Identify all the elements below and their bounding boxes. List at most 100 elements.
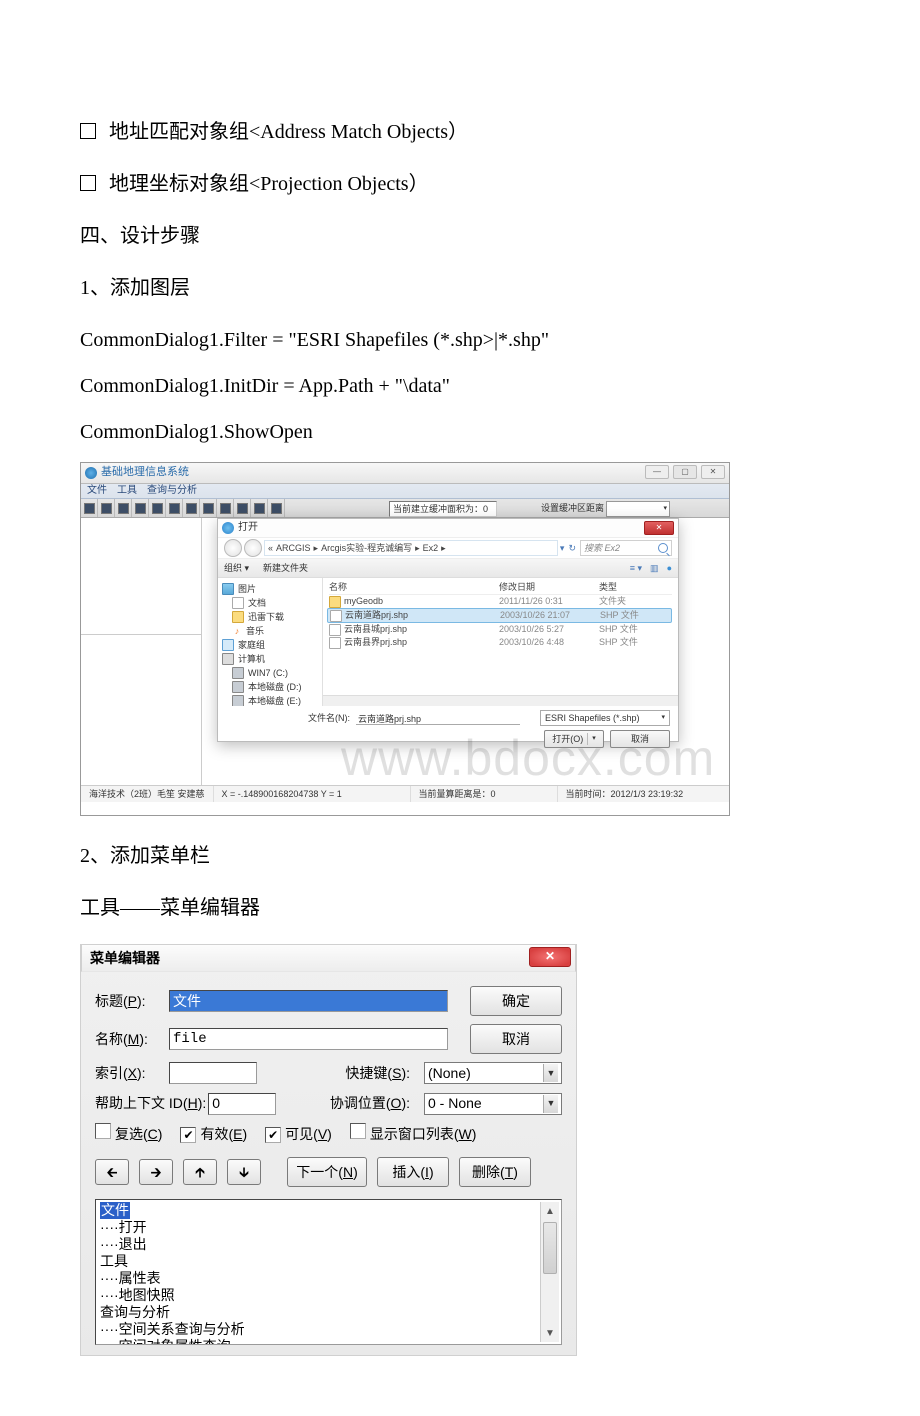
gis-toolbar: 当前建立缓冲面积为：0 设置缓冲区距离	[81, 499, 729, 518]
fd-file-row[interactable]: 云南道路prj.shp2003/10/26 21:07SHP 文件	[327, 608, 672, 623]
fd-tree-item[interactable]: 家庭组	[222, 638, 318, 652]
toolbar-button-11[interactable]	[268, 499, 285, 517]
col-name[interactable]: 名称	[329, 580, 499, 594]
nav-back-button[interactable]	[224, 539, 242, 557]
minimize-button[interactable]: —	[645, 465, 669, 479]
me-list-scrollbar[interactable]: ▲ ▼	[540, 1202, 559, 1342]
fd-horizontal-scrollbar[interactable]	[323, 695, 678, 706]
me-help-input[interactable]: 0	[208, 1093, 276, 1115]
scroll-up-icon[interactable]: ▲	[541, 1202, 559, 1220]
me-help-label: 帮助上下文 ID(H):	[95, 1092, 206, 1114]
me-cancel-button[interactable]: 取消	[470, 1024, 562, 1054]
toolbar-button-10[interactable]	[251, 499, 268, 517]
menu-tools[interactable]: 工具	[117, 483, 137, 499]
me-caption-input[interactable]: 文件	[169, 990, 448, 1012]
me-close-button[interactable]: ✕	[529, 947, 571, 967]
fd-pane-icon[interactable]: ▥	[650, 561, 659, 575]
fd-tree-item[interactable]: 本地磁盘 (D:)	[222, 680, 318, 694]
buffer-area-readout: 当前建立缓冲面积为：0	[389, 501, 497, 517]
me-arrow-down-button[interactable]: 🡳	[227, 1159, 261, 1185]
menu-query[interactable]: 查询与分析	[147, 483, 197, 499]
me-caption-label: 标题(P):	[95, 990, 167, 1012]
col-date[interactable]: 修改日期	[499, 580, 599, 594]
me-index-label: 索引(X):	[95, 1062, 167, 1084]
me-list-item[interactable]: ····打开	[100, 1219, 557, 1236]
file-open-dialog: 打开 ✕ « ARCGIS ▸ Arcgis实验-程克诚编写 ▸ Ex2 ▸	[217, 518, 679, 742]
fd-tree-item[interactable]: 本地磁盘 (E:)	[222, 694, 318, 706]
fd-cancel-button[interactable]: 取消	[610, 730, 670, 748]
step-2: 2、添加菜单栏	[80, 840, 860, 872]
me-ok-button[interactable]: 确定	[470, 986, 562, 1016]
buffer-distance-dropdown[interactable]	[606, 501, 670, 517]
scroll-down-icon[interactable]: ▼	[541, 1324, 559, 1342]
toolbar-button-3[interactable]	[132, 499, 149, 517]
me-list-item[interactable]: 查询与分析	[100, 1304, 557, 1321]
nav-forward-button[interactable]	[244, 539, 262, 557]
toolbar-button-6[interactable]	[183, 499, 200, 517]
me-list-item[interactable]: 文件	[100, 1202, 557, 1219]
square-bullet-icon	[80, 175, 96, 191]
fd-close-button[interactable]: ✕	[644, 521, 674, 535]
gis-app-window: 基础地理信息系统 — ▢ ✕ 文件 工具 查询与分析 当前建立缓冲面积为：0 设…	[80, 462, 730, 816]
menu-file[interactable]: 文件	[87, 483, 107, 499]
text-line-projection: 地理坐标对象组<Projection Objects）	[80, 168, 860, 200]
fd-tree-item[interactable]: 迅雷下载	[222, 610, 318, 624]
me-index-input[interactable]	[169, 1062, 257, 1084]
fd-file-row[interactable]: 云南县界prj.shp2003/10/26 4:48SHP 文件	[329, 636, 672, 649]
me-list-item[interactable]: ····属性表	[100, 1270, 557, 1287]
toolbar-button-7[interactable]	[200, 499, 217, 517]
toolbar-button-0[interactable]	[81, 499, 98, 517]
maximize-button[interactable]: ▢	[673, 465, 697, 479]
status-coords: X = -.148900168204738 Y = 1	[214, 786, 411, 802]
me-arrow-left-button[interactable]: 🡰	[95, 1159, 129, 1185]
fd-tree-item[interactable]: 图片	[222, 582, 318, 596]
me-coord-dropdown[interactable]: 0 - None ▼	[424, 1093, 562, 1115]
me-arrow-right-button[interactable]: 🡲	[139, 1159, 173, 1185]
me-arrow-up-button[interactable]: 🡱	[183, 1159, 217, 1185]
fd-file-list: 名称 修改日期 类型 myGeodb2011/11/26 0:31文件夹云南道路…	[323, 578, 678, 706]
fd-file-row[interactable]: myGeodb2011/11/26 0:31文件夹	[329, 595, 672, 608]
scroll-thumb[interactable]	[543, 1222, 557, 1274]
me-shortcut-dropdown[interactable]: (None) ▼	[424, 1062, 562, 1084]
me-delete-button[interactable]: 删除(T)	[459, 1157, 531, 1187]
toolbar-button-1[interactable]	[98, 499, 115, 517]
fd-organize-button[interactable]: 组织 ▾	[224, 561, 249, 575]
fd-filename-input[interactable]: 云南道路prj.shp	[356, 712, 520, 725]
me-visible-checkbox[interactable]: ✔可见(V)	[265, 1123, 332, 1145]
toolbar-button-4[interactable]	[149, 499, 166, 517]
me-windowlist-checkbox[interactable]: 显示窗口列表(W)	[350, 1123, 477, 1145]
fd-tree-item[interactable]: ♪音乐	[222, 624, 318, 638]
breadcrumb[interactable]: « ARCGIS ▸ Arcgis实验-程克诚编写 ▸ Ex2 ▸	[264, 540, 558, 556]
fd-filter-dropdown[interactable]: ESRI Shapefiles (*.shp)	[540, 710, 670, 726]
fd-open-button[interactable]: 打开(O)	[544, 730, 604, 748]
me-list-item[interactable]: ····退出	[100, 1236, 557, 1253]
me-list-item[interactable]: ····空间关系查询与分析	[100, 1321, 557, 1338]
me-enabled-checkbox[interactable]: ✔有效(E)	[180, 1123, 247, 1145]
fd-search-input[interactable]: 搜索 Ex2	[580, 540, 672, 556]
me-name-input[interactable]: file	[169, 1028, 448, 1050]
toolbar-button-8[interactable]	[217, 499, 234, 517]
fd-tree-item[interactable]: WIN7 (C:)	[222, 666, 318, 680]
code-line-1: CommonDialog1.Filter = "ESRI Shapefiles …	[80, 324, 860, 356]
fd-tree-item[interactable]: 计算机	[222, 652, 318, 666]
me-menu-list[interactable]: ▲ ▼ 文件····打开····退出工具····属性表····地图快照查询与分析…	[95, 1199, 562, 1345]
fd-tree-item[interactable]: 文档	[222, 596, 318, 610]
toolbar-button-2[interactable]	[115, 499, 132, 517]
me-titlebar: 菜单编辑器 ✕	[81, 944, 576, 972]
code-line-3: CommonDialog1.ShowOpen	[80, 416, 860, 448]
fd-newfolder-button[interactable]: 新建文件夹	[263, 561, 308, 575]
me-insert-button[interactable]: 插入(I)	[377, 1157, 449, 1187]
me-list-item[interactable]: 工具	[100, 1253, 557, 1270]
toolbar-button-9[interactable]	[234, 499, 251, 517]
me-checked-checkbox[interactable]: 复选(C)	[95, 1123, 162, 1145]
toolbar-button-5[interactable]	[166, 499, 183, 517]
me-list-item[interactable]: ····空间对象属性查询	[100, 1338, 557, 1345]
me-next-button[interactable]: 下一个(N)	[287, 1157, 367, 1187]
fd-view-icon[interactable]: ≡ ▾	[630, 561, 642, 575]
fd-help-icon[interactable]: ●	[667, 561, 672, 575]
me-coord-label: 协调位置(O):	[330, 1092, 410, 1114]
close-button[interactable]: ✕	[701, 465, 725, 479]
col-type[interactable]: 类型	[599, 580, 659, 594]
fd-file-row[interactable]: 云南县城prj.shp2003/10/26 5:27SHP 文件	[329, 623, 672, 636]
gis-title: 基础地理信息系统	[101, 464, 189, 482]
